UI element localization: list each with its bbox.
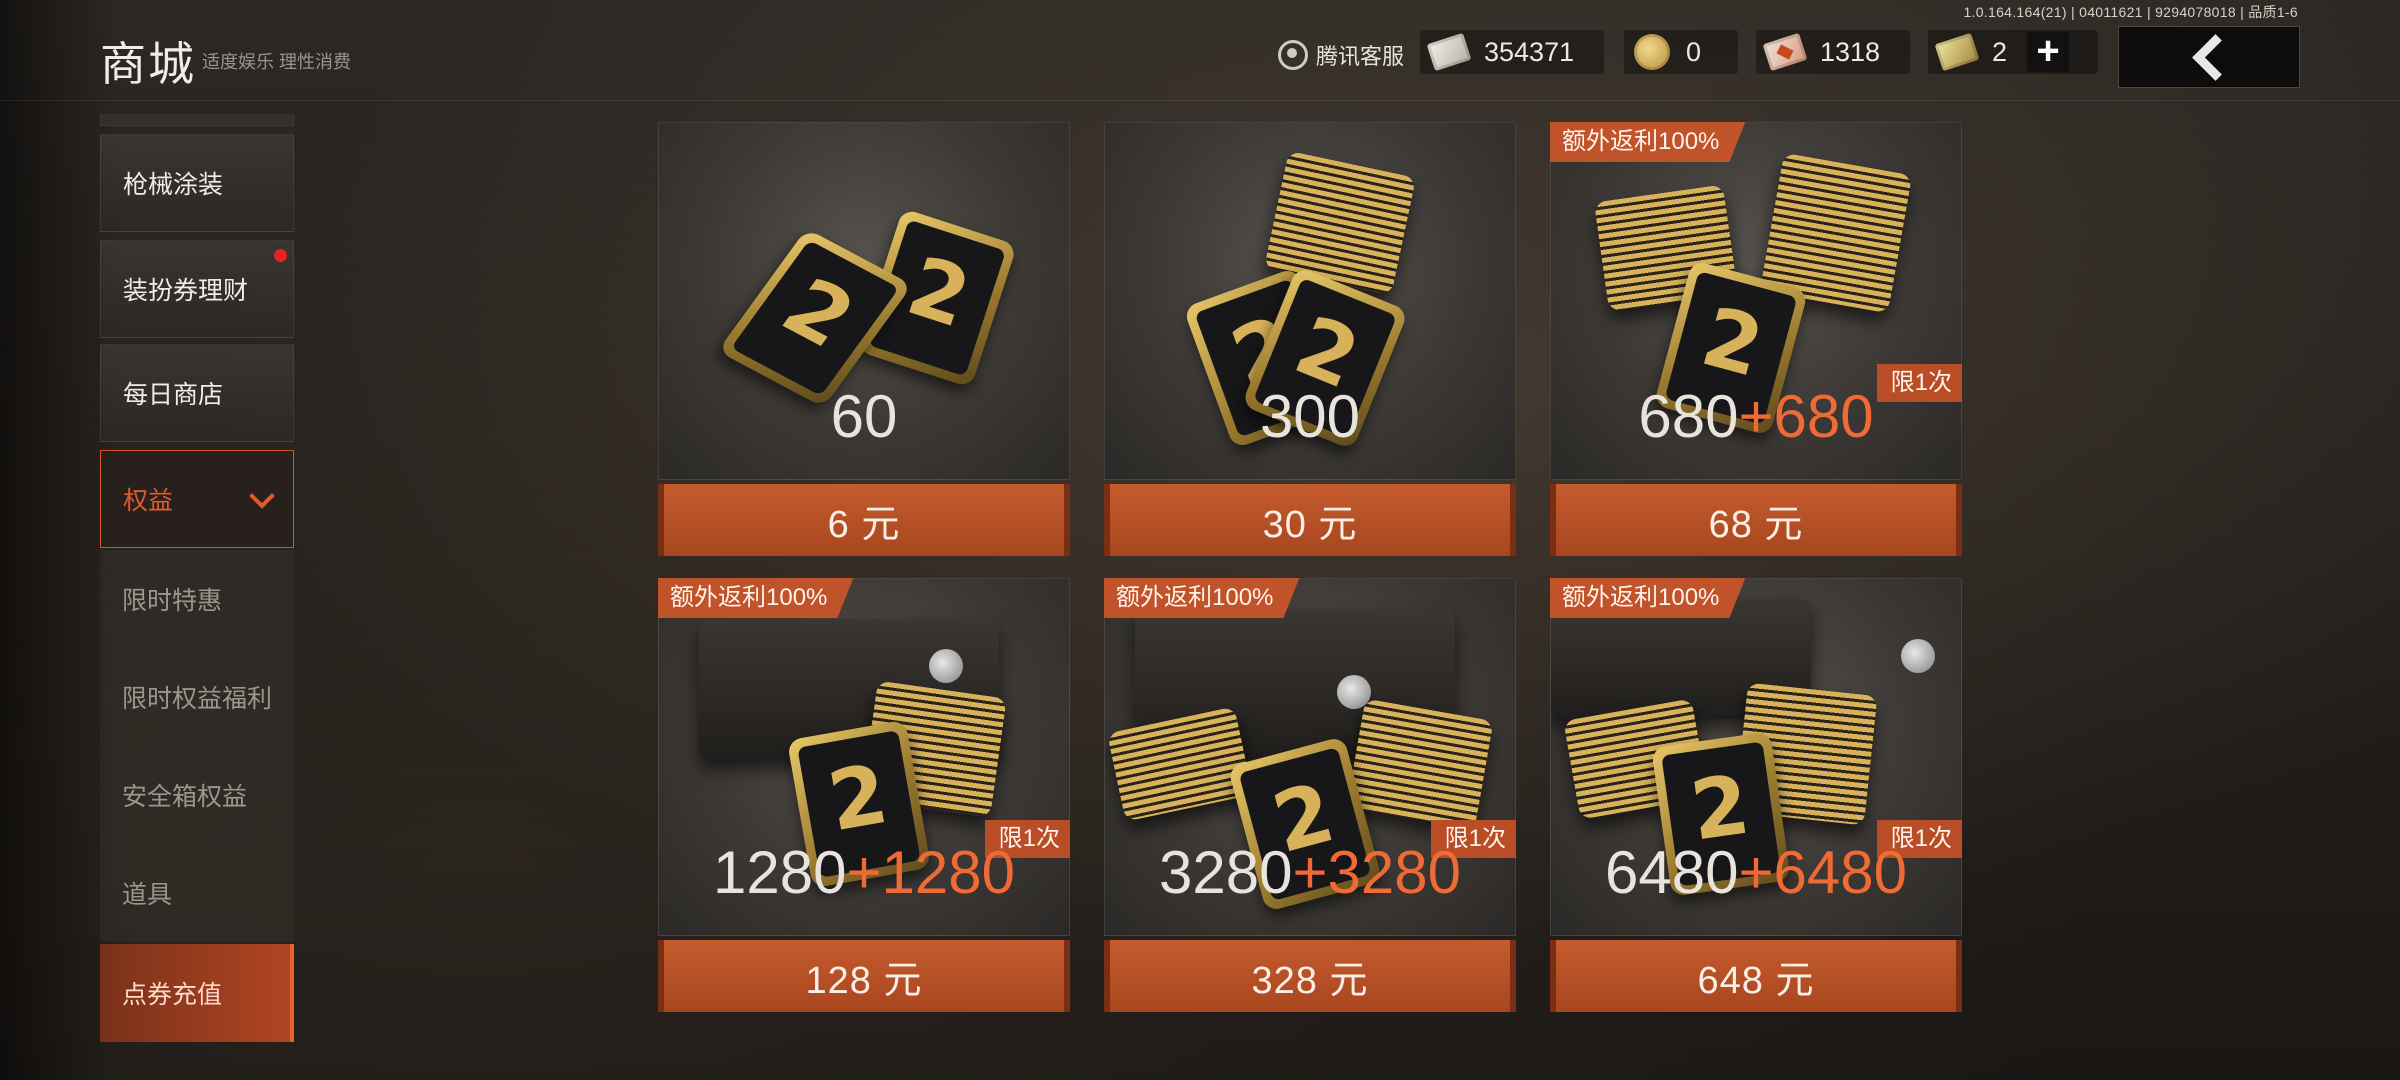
sidebar-item-daily-shop[interactable]: 每日商店 <box>100 344 294 442</box>
sidebar-item-label: 权益 <box>123 487 174 515</box>
amount-base: 3280 <box>1159 839 1293 906</box>
sidebar-item-weapon-skins[interactable]: 枪械涂装 <box>100 134 294 232</box>
back-button[interactable] <box>2118 26 2300 88</box>
product-amount: 1280+1280 <box>658 838 1070 908</box>
currency-red-voucher[interactable]: 1318 <box>1756 30 1910 74</box>
product-amount: 60 <box>658 382 1070 452</box>
currency-gold-coin[interactable]: 0 <box>1624 30 1738 74</box>
version-info: 1.0.164.164(21) | 04011621 | 9294078018 … <box>1963 4 2298 20</box>
notification-dot <box>274 249 287 262</box>
product-card[interactable]: 额外返利100% 限1次 680+680 68 元 <box>1550 122 1962 556</box>
product-card[interactable]: 额外返利100% 限1次 6480+6480 648 元 <box>1550 578 1962 1012</box>
amount-bonus: +3280 <box>1292 839 1461 906</box>
customer-service-label: 腾讯客服 <box>1316 44 1405 69</box>
sidebar-item-label: 限时特惠 <box>122 587 223 615</box>
coin-icon <box>717 228 913 408</box>
price-button[interactable]: 128 元 <box>658 940 1070 1012</box>
product-card[interactable]: 额外返利100% 限1次 3280+3280 328 元 <box>1104 578 1516 1012</box>
price-button[interactable]: 648 元 <box>1550 940 1962 1012</box>
amount-base: 6480 <box>1605 839 1739 906</box>
sidebar-item-items[interactable]: 道具 <box>100 844 294 942</box>
coin-stack-icon <box>1107 706 1253 822</box>
tencent-service-icon <box>1278 40 1308 70</box>
sidebar-item-label: 装扮券理财 <box>123 277 249 305</box>
sidebar-item-benefits[interactable]: 权益 <box>100 450 294 548</box>
product-amount: 3280+3280 <box>1104 838 1516 908</box>
product-amount: 300 <box>1104 382 1516 452</box>
sidebar-item-label: 安全箱权益 <box>122 783 248 811</box>
price-button[interactable]: 6 元 <box>658 484 1070 556</box>
sidebar-item-label: 每日商店 <box>123 381 224 409</box>
amount-bonus: +6480 <box>1738 839 1907 906</box>
lock-icon <box>1901 639 1935 673</box>
product-amount: 6480+6480 <box>1550 838 1962 908</box>
price-button[interactable]: 68 元 <box>1550 484 1962 556</box>
add-currency-button[interactable]: + <box>2027 31 2070 72</box>
currency-gold-ticket[interactable]: 2 + <box>1928 30 2098 74</box>
sidebar-item-limited-benefit[interactable]: 限时权益福利 <box>100 648 294 746</box>
sidebar-item-label: 限时权益福利 <box>122 685 273 713</box>
back-arrow-icon <box>2191 33 2239 81</box>
currency-value: 1318 <box>1820 36 1881 67</box>
sidebar-item-label: 道具 <box>122 881 173 909</box>
amount-base: 1280 <box>713 839 847 906</box>
sidebar-item-recharge[interactable]: 点券充值 <box>100 944 294 1042</box>
currency-value: 354371 <box>1484 36 1575 67</box>
amount-base: 680 <box>1638 383 1739 450</box>
lock-icon <box>929 649 963 683</box>
product-amount: 680+680 <box>1550 382 1962 452</box>
red-voucher-icon <box>1762 32 1808 72</box>
currency-ticket[interactable]: 354371 <box>1420 30 1604 74</box>
bonus-rebate-tag: 额外返利100% <box>1550 578 1745 618</box>
sidebar-item-safe-box[interactable]: 安全箱权益 <box>100 746 294 844</box>
amount-base: 300 <box>1259 383 1361 450</box>
page-subtitle: 适度娱乐 理性消费 <box>202 52 352 72</box>
product-card[interactable]: 60 6 元 <box>658 122 1070 556</box>
product-card[interactable]: 300 30 元 <box>1104 122 1516 556</box>
price-button[interactable]: 30 元 <box>1104 484 1516 556</box>
page-title: 商城 <box>100 38 196 90</box>
coin-stack-icon <box>1346 698 1494 830</box>
ticket-icon <box>1426 32 1472 72</box>
bonus-rebate-tag: 额外返利100% <box>658 578 853 618</box>
chevron-down-icon <box>249 483 275 509</box>
amount-base: 60 <box>830 383 898 450</box>
bonus-rebate-tag: 额外返利100% <box>1104 578 1299 618</box>
sidebar-item-label: 点券充值 <box>122 981 223 1009</box>
price-button[interactable]: 328 元 <box>1104 940 1516 1012</box>
currency-value: 0 <box>1686 36 1702 67</box>
bonus-rebate-tag: 额外返利100% <box>1550 122 1745 162</box>
customer-service-button[interactable]: 腾讯客服 <box>1278 30 1404 80</box>
gold-ticket-icon <box>1934 32 1980 72</box>
amount-bonus: +1280 <box>846 839 1015 906</box>
amount-bonus: +680 <box>1738 383 1874 450</box>
sidebar-item-outfit-finance[interactable]: 装扮券理财 <box>100 240 294 338</box>
sidebar-item-label: 枪械涂装 <box>123 171 224 199</box>
header-divider <box>0 100 2400 101</box>
sidebar-scroll-stub <box>100 114 294 126</box>
currency-value: 2 <box>1992 36 2008 67</box>
gold-coin-icon <box>1634 34 1670 70</box>
product-card[interactable]: 额外返利100% 限1次 1280+1280 128 元 <box>658 578 1070 1012</box>
sidebar-item-limited-offer[interactable]: 限时特惠 <box>100 550 294 648</box>
